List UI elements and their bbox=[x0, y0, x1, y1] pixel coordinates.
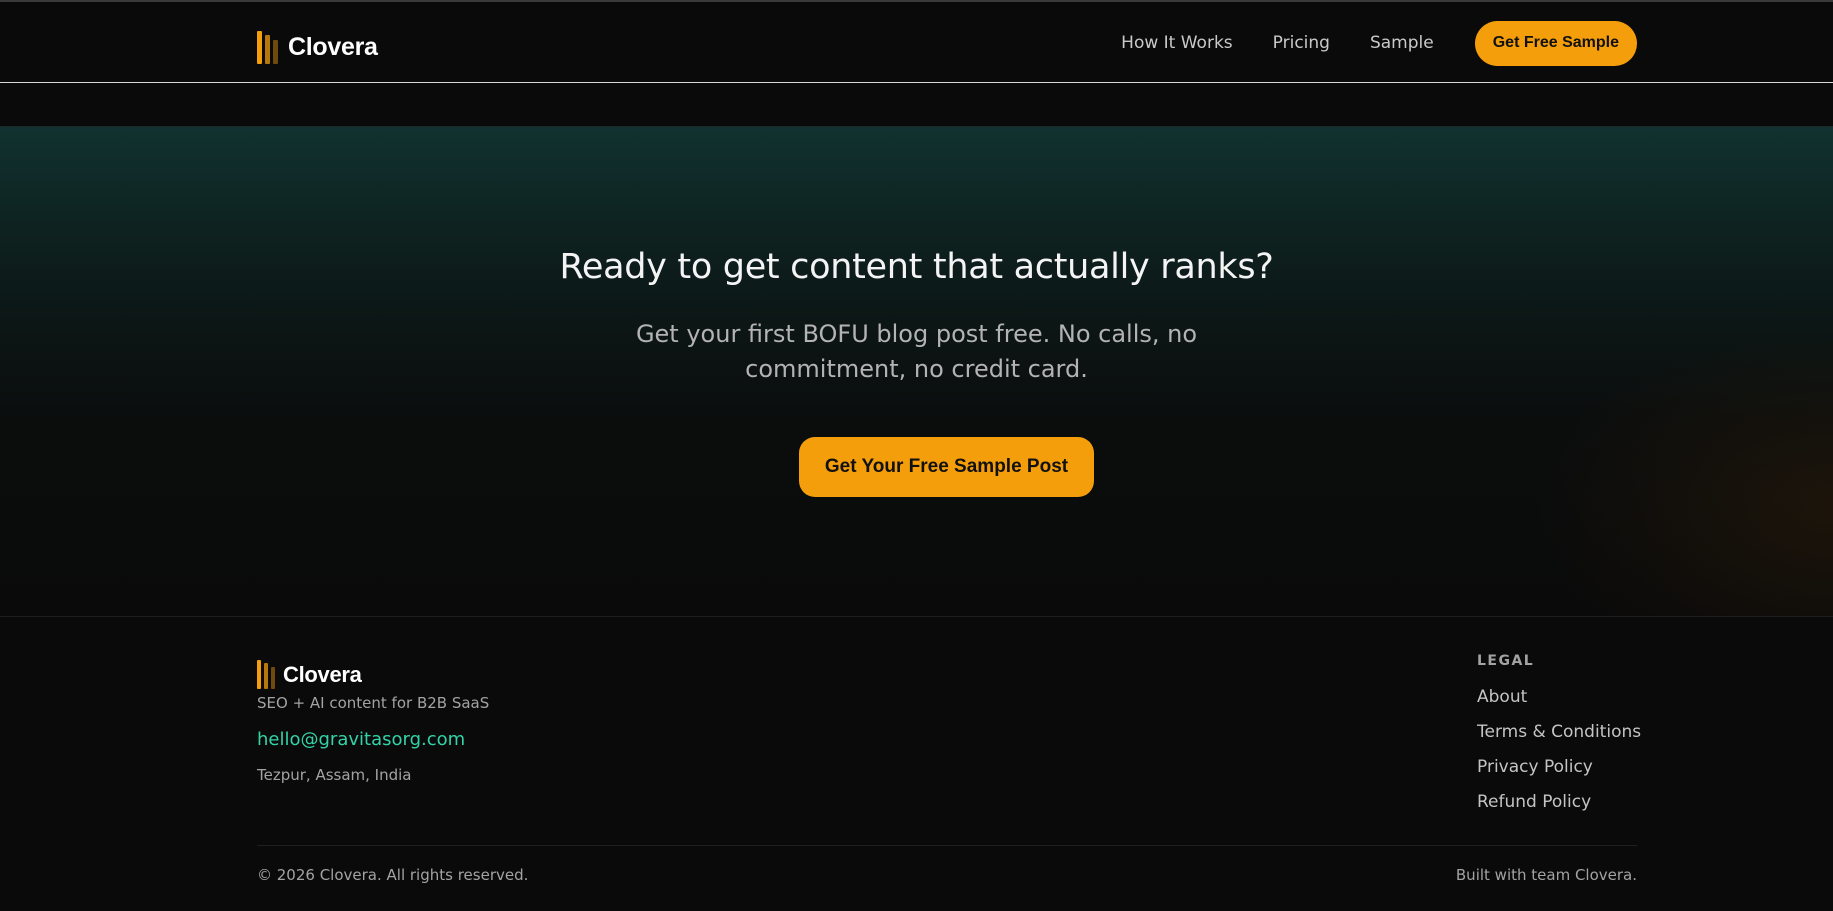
legal-link-refund[interactable]: Refund Policy bbox=[1477, 792, 1641, 827]
cta-section: Ready to get content that actually ranks… bbox=[0, 127, 1833, 617]
footer-tagline: SEO + AI content for B2B SaaS bbox=[257, 694, 490, 712]
bar-chart-logo-icon bbox=[257, 660, 275, 689]
footer-brand-logo[interactable]: Clovera bbox=[257, 660, 362, 689]
footer-brand-name: Clovera bbox=[283, 661, 362, 687]
get-free-sample-button[interactable]: Get Free Sample bbox=[1474, 20, 1637, 66]
cta-subtitle: Get your first BOFU blog post free. No c… bbox=[635, 320, 1198, 383]
legal-link-privacy[interactable]: Privacy Policy bbox=[1477, 757, 1641, 792]
get-free-sample-post-button[interactable]: Get Your Free Sample Post bbox=[799, 437, 1094, 497]
nav-how-it-works[interactable]: How It Works bbox=[1121, 33, 1232, 53]
brand-logo-link[interactable]: Clovera bbox=[257, 30, 378, 64]
nav-sample[interactable]: Sample bbox=[1370, 33, 1434, 53]
legal-link-terms[interactable]: Terms & Conditions bbox=[1477, 722, 1641, 757]
site-header: Clovera How It Works Pricing Sample Get … bbox=[0, 2, 1833, 83]
legal-heading: LEGAL bbox=[1477, 653, 1535, 669]
cta-heading: Ready to get content that actually ranks… bbox=[559, 247, 1274, 287]
footer-legal-column: LEGAL About Terms & Conditions Privacy P… bbox=[1477, 653, 1641, 827]
main-nav: How It Works Pricing Sample Get Free Sam… bbox=[1121, 20, 1637, 66]
legal-link-about[interactable]: About bbox=[1477, 687, 1641, 722]
footer-copyright: © 2026 Clovera. All rights reserved. bbox=[257, 866, 529, 884]
footer-location: Tezpur, Assam, India bbox=[257, 766, 412, 784]
brand-name: Clovera bbox=[288, 32, 378, 61]
header-spacer-band bbox=[0, 84, 1833, 127]
bar-chart-logo-icon bbox=[257, 30, 278, 64]
footer-divider bbox=[257, 845, 1637, 846]
nav-pricing[interactable]: Pricing bbox=[1273, 33, 1330, 53]
footer-email-link[interactable]: hello@gravitasorg.com bbox=[257, 729, 465, 750]
footer-built-with: Built with team Clovera. bbox=[1455, 866, 1637, 884]
site-footer: Clovera SEO + AI content for B2B SaaS he… bbox=[0, 617, 1833, 911]
